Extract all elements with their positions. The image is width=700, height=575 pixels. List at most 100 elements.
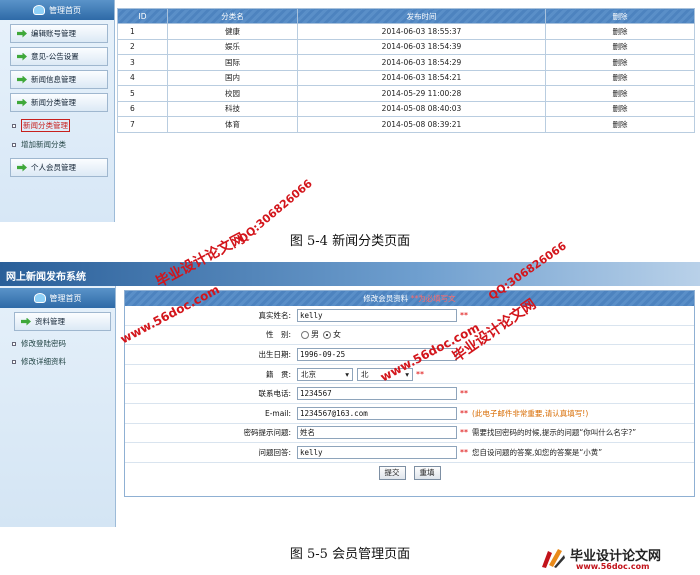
sidebar-item-profile[interactable]: 资料管理 <box>14 312 111 331</box>
sidebar-item-news-category[interactable]: 新闻分类管理 <box>10 93 108 112</box>
phone-input[interactable]: 1234567 <box>297 387 457 401</box>
gender-female-radio[interactable] <box>323 330 331 339</box>
cell-id: 3 <box>117 54 168 71</box>
sidebar-sub-label: 增加新闻分类 <box>21 140 66 149</box>
cell-category-name: 娱乐 <box>167 38 298 55</box>
required-mark: ** <box>416 369 424 379</box>
admin-home-label: 管理首页 <box>49 5 81 15</box>
sidebar-item-label: 新闻信息管理 <box>31 75 76 84</box>
form-title: 修改会员资料 <box>363 294 409 303</box>
cell-id: 4 <box>117 69 168 86</box>
row-password-question: 密码提示问题: 姓名 ** 需要找回密码的时候,提示的问题“你叫什么名字?” <box>125 424 694 444</box>
email-input[interactable]: 1234567@163.com <box>297 406 457 420</box>
admin-home-label: 管理首页 <box>49 293 82 303</box>
cell-id: 6 <box>117 100 168 117</box>
form-required-note: **为必填写文 <box>410 294 456 303</box>
green-arrow-icon <box>17 98 27 107</box>
cell-publish-time: 2014-06-03 18:55:37 <box>297 23 546 40</box>
cell-publish-time: 2014-06-03 18:54:29 <box>297 54 546 71</box>
admin-home-header[interactable]: 管理首页 <box>0 288 115 308</box>
bullet-icon <box>12 359 16 364</box>
cell-publish-time: 2014-06-03 18:54:21 <box>297 69 546 86</box>
cell-category-name: 国际 <box>167 54 298 71</box>
required-mark: ** <box>460 408 468 418</box>
table-row: 5 校园 2014-05-29 11:00:28 删除 <box>117 85 695 102</box>
cell-publish-time: 2014-06-03 18:54:39 <box>297 38 546 55</box>
sidebar-item-member[interactable]: 个人会员管理 <box>10 158 108 177</box>
row-answer: 问题回答: kelly ** 您自设问题的答案,如您的答案是“小黄” <box>125 443 694 463</box>
site-banner: 网上新闻发布系统 <box>0 262 700 286</box>
delete-link[interactable]: 删除 <box>545 85 695 102</box>
field-label: 问题回答: <box>258 447 291 457</box>
site-title: 网上新闻发布系统 <box>6 272 86 283</box>
sidebar-item-label: 个人会员管理 <box>31 163 76 172</box>
cell-id: 1 <box>117 23 168 40</box>
sidebar-item-label: 编辑账号管理 <box>31 29 76 38</box>
cell-category-name: 国内 <box>167 69 298 86</box>
table-header-row: ID 分类名 发布时间 删除 <box>117 8 695 24</box>
green-arrow-icon <box>17 75 27 84</box>
sidebar-item-label: 资料管理 <box>35 317 65 326</box>
sidebar-sub-category-manage[interactable]: 新闻分类管理 <box>12 119 114 132</box>
answer-input[interactable]: kelly <box>297 445 457 459</box>
cell-category-name: 科技 <box>167 100 298 117</box>
delete-link[interactable]: 删除 <box>545 23 695 40</box>
figure-member-management-page: 网上新闻发布系统 管理首页 资料管理 修改登陆密码 修改详细资料 修改会员资料 … <box>0 262 700 527</box>
table-row: 6 科技 2014-05-08 08:40:03 删除 <box>117 100 695 117</box>
delete-link[interactable]: 删除 <box>545 69 695 86</box>
delete-link[interactable]: 删除 <box>545 38 695 55</box>
email-hint: (此电子邮件非常重要,请认真填写!) <box>472 408 589 418</box>
required-mark: ** <box>460 428 468 438</box>
real-name-input[interactable]: kelly <box>297 308 457 322</box>
col-header-name: 分类名 <box>167 8 298 24</box>
question-hint: 需要找回密码的时候,提示的问题“你叫什么名字?” <box>472 428 637 438</box>
sidebar-item-label: 新闻分类管理 <box>31 98 76 107</box>
delete-link[interactable]: 删除 <box>545 100 695 117</box>
col-header-time: 发布时间 <box>297 8 546 24</box>
admin-home-header[interactable]: 管理首页 <box>0 0 114 20</box>
sidebar-item-account[interactable]: 编辑账号管理 <box>10 24 108 43</box>
member-edit-form: 修改会员资料 **为必填写文 真实姓名: kelly ** 性 别: 男 女 出… <box>124 290 695 497</box>
pen-logo-icon <box>542 549 565 568</box>
admin-sidebar: 管理首页 编辑账号管理 意见-公告设置 新闻信息管理 新闻分类管理 新闻分类管理… <box>0 0 115 222</box>
sidebar-sub-add-category[interactable]: 增加新闻分类 <box>12 139 114 150</box>
reset-button[interactable]: 重填 <box>413 465 441 480</box>
sidebar-item-news-info[interactable]: 新闻信息管理 <box>10 70 108 89</box>
member-sidebar: 管理首页 资料管理 修改登陆密码 修改详细资料 <box>0 286 116 527</box>
logo-url: www.56doc.com <box>576 562 650 571</box>
city-select-value: 北 <box>361 369 369 379</box>
col-header-delete: 删除 <box>545 8 695 24</box>
sidebar-item-notice[interactable]: 意见-公告设置 <box>10 47 108 66</box>
required-mark: ** <box>460 310 468 320</box>
gender-male-radio[interactable] <box>301 330 309 339</box>
category-table: ID 分类名 发布时间 删除 1 健康 2014-06-03 18:55:37 删除 2… <box>117 8 695 133</box>
col-header-id: ID <box>117 8 168 24</box>
table-row: 3 国际 2014-06-03 18:54:29 删除 <box>117 54 695 71</box>
bullet-icon <box>12 341 16 346</box>
submit-button[interactable]: 提交 <box>378 465 406 480</box>
password-question-input[interactable]: 姓名 <box>297 426 457 440</box>
home-icon <box>33 5 45 15</box>
cell-id: 2 <box>117 38 168 55</box>
bullet-icon <box>12 123 16 128</box>
table-row: 7 体育 2014-05-08 08:39:21 删除 <box>117 116 695 133</box>
delete-link[interactable]: 删除 <box>545 116 695 133</box>
bullet-icon <box>12 142 16 147</box>
table-row: 2 娱乐 2014-06-03 18:54:39 删除 <box>117 38 695 55</box>
answer-hint: 您自设问题的答案,如您的答案是“小黄” <box>472 447 603 457</box>
sidebar-item-label: 意见-公告设置 <box>31 52 79 61</box>
cell-category-name: 体育 <box>167 116 298 133</box>
province-select[interactable]: 北京 ▾ <box>297 367 353 381</box>
cell-publish-time: 2014-05-29 11:00:28 <box>297 85 546 102</box>
sidebar-sub-label: 修改登陆密码 <box>21 339 66 348</box>
field-label: 出生日期: <box>258 349 291 359</box>
cell-publish-time: 2014-05-08 08:40:03 <box>297 100 546 117</box>
field-label: 密码提示问题: <box>243 428 291 438</box>
delete-link[interactable]: 删除 <box>545 54 695 71</box>
sidebar-sub-edit-details[interactable]: 修改详细资料 <box>12 356 115 367</box>
green-arrow-icon <box>17 52 27 61</box>
green-arrow-icon <box>17 163 27 172</box>
row-gender: 性 别: 男 女 <box>125 326 694 346</box>
sidebar-sub-change-password[interactable]: 修改登陆密码 <box>12 338 115 349</box>
green-arrow-icon <box>17 29 27 38</box>
